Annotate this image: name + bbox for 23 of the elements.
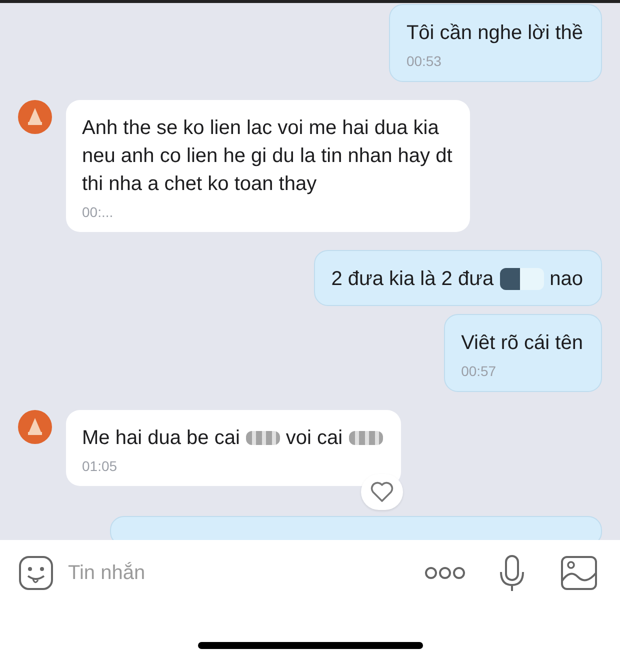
heart-reaction-button[interactable] xyxy=(360,474,403,510)
avatar-icon xyxy=(18,100,52,134)
message-time: 00:53 xyxy=(406,53,442,69)
censored-blur xyxy=(348,431,383,445)
more-icon[interactable] xyxy=(424,566,466,580)
message-input[interactable]: Tin nhắn xyxy=(68,558,410,588)
image-icon[interactable] xyxy=(560,555,598,591)
avatar-icon xyxy=(18,410,52,444)
message-text: Me hai dua be cai xyxy=(82,426,240,451)
microphone-icon[interactable] xyxy=(498,554,526,592)
message-time: 00:... xyxy=(82,204,114,220)
heart-icon xyxy=(370,481,394,503)
censored-blur xyxy=(246,431,280,445)
message-text: Anh the se ko lien lac voi me hai dua kia neu anh co lien he gi du la tin nhan hay dt thi nha a chet ko toan thay xyxy=(82,116,452,197)
message-text: Viêt rõ cái tên xyxy=(461,331,583,356)
censored-blur xyxy=(500,268,544,290)
message-text: nao xyxy=(550,267,583,292)
message-time: 00:57 xyxy=(461,363,498,379)
message-time: 01:05 xyxy=(82,458,118,474)
message-text: 2 đưa kia là 2 đưa xyxy=(331,267,494,292)
sticker-icon[interactable] xyxy=(18,555,54,591)
message-text: voi cai xyxy=(286,426,343,451)
message-text: Tôi cần nghe lời thề xyxy=(406,21,583,46)
